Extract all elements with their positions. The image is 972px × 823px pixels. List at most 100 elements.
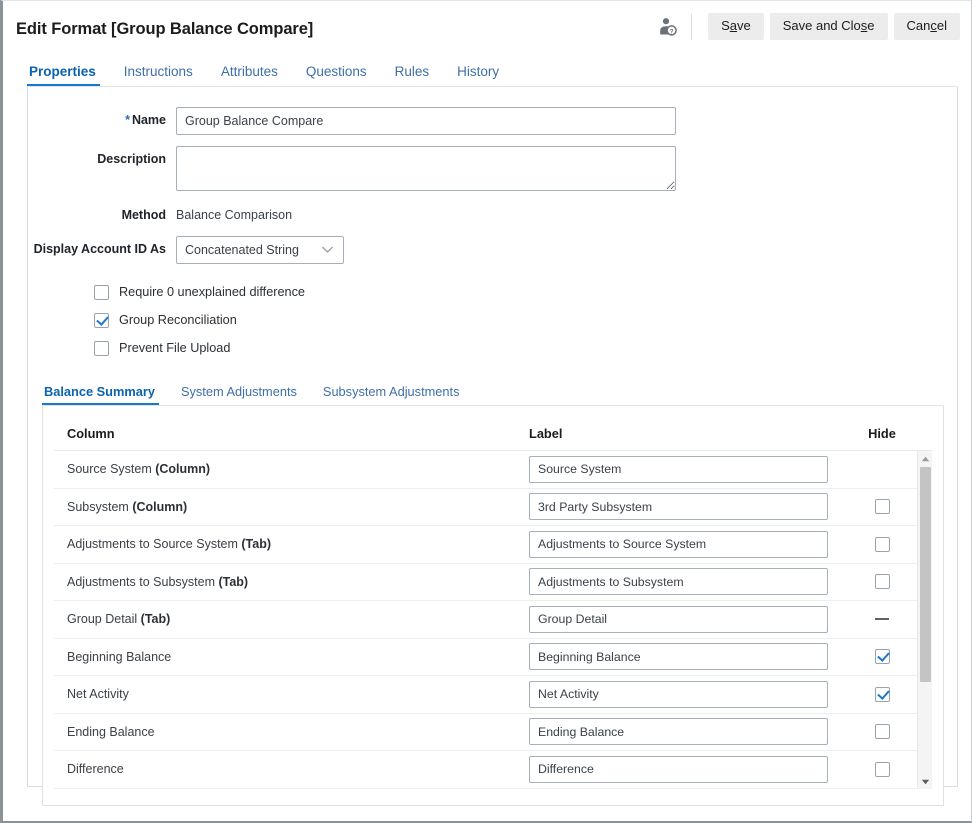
row-label-cell: [529, 756, 860, 783]
tab-rules[interactable]: Rules: [381, 64, 444, 87]
table-header-row: Column Label Hide: [54, 417, 932, 451]
row-hide-checkbox[interactable]: [875, 499, 890, 514]
tab-attributes[interactable]: Attributes: [207, 64, 292, 87]
row-label-cell: [529, 456, 860, 483]
row-column-text: Ending Balance: [67, 725, 155, 739]
row-hide-checkbox[interactable]: [875, 649, 890, 664]
column-header-column: Column: [54, 426, 529, 441]
row-column-name: Source System (Column): [54, 462, 529, 476]
option-checkboxes: Require 0 unexplained difference Group R…: [94, 278, 957, 362]
row-column-name: Group Detail (Tab): [54, 612, 529, 626]
row-label-input[interactable]: [529, 718, 828, 745]
row-label-input[interactable]: [529, 568, 828, 595]
table-row: Difference: [54, 751, 932, 789]
row-hide-checkbox[interactable]: [875, 574, 890, 589]
table-scrollbar[interactable]: [917, 451, 932, 789]
row-label-input[interactable]: [529, 756, 828, 783]
description-textarea[interactable]: [176, 146, 676, 191]
row-label-input[interactable]: [529, 643, 828, 670]
main-tabs: Properties Instructions Attributes Quest…: [3, 57, 971, 87]
table-row: Group Detail (Tab): [54, 601, 932, 639]
tab-properties[interactable]: Properties: [27, 64, 110, 87]
required-marker: *: [125, 113, 130, 127]
row-label-cell: [529, 718, 860, 745]
prevent-file-upload-checkbox[interactable]: [94, 341, 109, 356]
subtab-balance-summary[interactable]: Balance Summary: [42, 384, 168, 406]
scrollbar-thumb[interactable]: [920, 467, 931, 682]
row-label-cell: [529, 568, 860, 595]
row-label-cell: [529, 606, 860, 633]
row-column-text: Beginning Balance: [67, 650, 171, 664]
row-column-text: Net Activity: [67, 687, 129, 701]
subtab-subsystem-adjustments[interactable]: Subsystem Adjustments: [310, 384, 473, 406]
require-zero-unexplained-difference-option[interactable]: Require 0 unexplained difference: [94, 278, 957, 306]
row-label-cell: [529, 681, 860, 708]
prevent-file-upload-option[interactable]: Prevent File Upload: [94, 334, 957, 362]
row-hide-checkbox[interactable]: [875, 537, 890, 552]
balance-summary-table-panel: Column Label Hide Source System (Column)…: [42, 406, 944, 806]
page-title: Edit Format [Group Balance Compare]: [16, 20, 313, 39]
row-column-text: Group Detail: [67, 612, 141, 626]
row-column-name: Adjustments to Source System (Tab): [54, 537, 529, 551]
row-column-type: (Tab): [218, 575, 248, 589]
table-row: Net Activity: [54, 676, 932, 714]
name-label: *Name: [28, 107, 176, 127]
row-label-input[interactable]: [529, 493, 828, 520]
display-account-select[interactable]: Concatenated String: [176, 236, 344, 264]
prevent-file-upload-label: Prevent File Upload: [119, 341, 230, 355]
svg-text:?: ?: [670, 28, 674, 35]
save-button[interactable]: Save: [708, 13, 764, 40]
row-column-type: (Tab): [241, 537, 271, 551]
row-column-type: (Column): [132, 500, 187, 514]
tab-history[interactable]: History: [443, 64, 513, 87]
user-help-icon[interactable]: ?: [655, 14, 681, 40]
scroll-down-arrow-icon[interactable]: [918, 774, 932, 789]
row-label-cell: [529, 643, 860, 670]
row-hide-checkbox[interactable]: [875, 762, 890, 777]
row-label-cell: [529, 493, 860, 520]
subtab-system-adjustments[interactable]: System Adjustments: [168, 384, 310, 406]
properties-panel: *Name Description Method Balance Compari…: [27, 87, 958, 787]
table-row: Adjustments to Subsystem (Tab): [54, 564, 932, 602]
subtabs-underline: [42, 405, 944, 406]
require-zero-unexplained-difference-label: Require 0 unexplained difference: [119, 285, 305, 299]
method-row: Method Balance Comparison: [28, 202, 957, 222]
cancel-button[interactable]: Cancel: [894, 13, 960, 40]
method-label: Method: [28, 202, 176, 222]
table-row: Beginning Balance: [54, 639, 932, 677]
row-label-cell: [529, 531, 860, 558]
row-label-input[interactable]: [529, 456, 828, 483]
row-column-name: Subsystem (Column): [54, 500, 529, 514]
table-body: Source System (Column) Subsystem (Column)…: [54, 451, 932, 789]
require-zero-unexplained-difference-checkbox[interactable]: [94, 285, 109, 300]
table-row: Ending Balance: [54, 714, 932, 752]
row-column-name: Adjustments to Subsystem (Tab): [54, 575, 529, 589]
row-label-input[interactable]: [529, 606, 828, 633]
row-column-text: Subsystem: [67, 500, 132, 514]
group-reconciliation-checkbox[interactable]: [94, 313, 109, 328]
row-label-input[interactable]: [529, 681, 828, 708]
chevron-down-icon: [321, 241, 334, 259]
page-header: Edit Format [Group Balance Compare] ? Sa…: [3, 1, 971, 57]
row-column-name: Net Activity: [54, 687, 529, 701]
row-column-name: Ending Balance: [54, 725, 529, 739]
header-actions: ? Save Save and Close Cancel: [655, 13, 960, 40]
row-column-name: Difference: [54, 762, 529, 776]
sub-tabs: Balance Summary System Adjustments Subsy…: [42, 378, 944, 406]
description-label: Description: [28, 146, 176, 166]
row-hide-checkbox[interactable]: [875, 724, 890, 739]
display-account-row: Display Account ID As Concatenated Strin…: [28, 236, 957, 264]
row-label-input[interactable]: [529, 531, 828, 558]
column-header-label: Label: [529, 426, 860, 441]
name-input[interactable]: [176, 107, 676, 135]
table-rows: Source System (Column) Subsystem (Column)…: [54, 451, 932, 789]
scroll-up-arrow-icon[interactable]: [918, 451, 932, 466]
tab-instructions[interactable]: Instructions: [110, 64, 207, 87]
tab-questions[interactable]: Questions: [292, 64, 381, 87]
group-reconciliation-option[interactable]: Group Reconciliation: [94, 306, 957, 334]
row-hide-not-applicable: [875, 618, 889, 620]
row-hide-checkbox[interactable]: [875, 687, 890, 702]
display-account-selected-value: Concatenated String: [185, 243, 299, 257]
save-and-close-button[interactable]: Save and Close: [770, 13, 888, 40]
column-header-hide: Hide: [860, 426, 932, 441]
